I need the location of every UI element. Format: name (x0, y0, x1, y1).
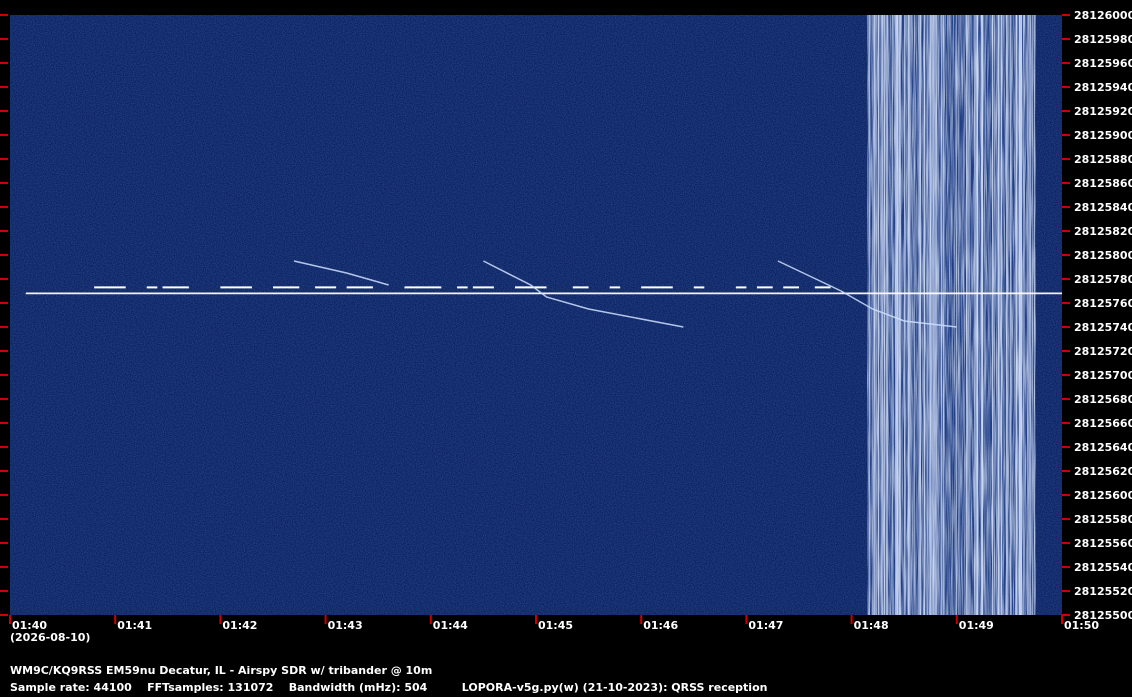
ytick-label: 28125640 (1074, 441, 1132, 454)
ytick-label: 28125680 (1074, 393, 1132, 406)
ytick-label: 28126000 (1074, 9, 1132, 22)
ytick-label: 28125940 (1074, 81, 1132, 94)
ytick-label: 28125960 (1074, 57, 1132, 70)
ytick-label: 28125580 (1074, 513, 1132, 526)
xtick-label: 01:43 (328, 619, 363, 632)
ytick-label: 28125820 (1074, 225, 1132, 238)
ytick-label: 28125840 (1074, 201, 1132, 214)
ytick-label: 28125620 (1074, 465, 1132, 478)
ytick-label: 28125740 (1074, 321, 1132, 334)
xtick-label: 01:47 (748, 619, 783, 632)
xtick-label: 01:44 (433, 619, 468, 632)
ytick-label: 28125560 (1074, 537, 1132, 550)
ytick-label: 28125660 (1074, 417, 1132, 430)
xtick-label: 01:49 (959, 619, 994, 632)
xtick-label: 01:48 (854, 619, 889, 632)
ytick-label: 28125760 (1074, 297, 1132, 310)
xtick-label: 01:50 (1064, 619, 1099, 632)
xtick-label: 01:45 (538, 619, 573, 632)
xtick-label: 01:41 (117, 619, 152, 632)
xtick-label: 01:42 (222, 619, 257, 632)
ytick-label: 28125700 (1074, 369, 1132, 382)
ytick-label: 28125600 (1074, 489, 1132, 502)
waterfall-chart: 2812550028125520281255402812556028125580… (0, 9, 1132, 632)
x-axis: 01:40 01:41 01:42 01:43 01:44 01:45 01:46 01:47… (9, 615, 1099, 632)
station-info: WM9C/KQ9RSS EM59nu Decatur, IL - Airspy … (10, 664, 433, 677)
ytick-label: 28125980 (1074, 33, 1132, 46)
date-label: (2026-08-10) (10, 631, 91, 644)
ytick-label: 28125920 (1074, 105, 1132, 118)
ytick-label: 28125800 (1074, 249, 1132, 262)
ytick-label: 28125780 (1074, 273, 1132, 286)
ytick-label: 28125720 (1074, 345, 1132, 358)
noise-band (867, 15, 1036, 615)
receiver-info: Sample rate: 44100 FFTsamples: 131072 Ba… (10, 681, 768, 694)
ytick-label: 28125880 (1074, 153, 1132, 166)
ytick-label: 28125900 (1074, 129, 1132, 142)
ytick-label: 28125860 (1074, 177, 1132, 190)
ytick-label: 28125520 (1074, 585, 1132, 598)
xtick-label: 01:46 (643, 619, 678, 632)
ytick-label: 28125540 (1074, 561, 1132, 574)
